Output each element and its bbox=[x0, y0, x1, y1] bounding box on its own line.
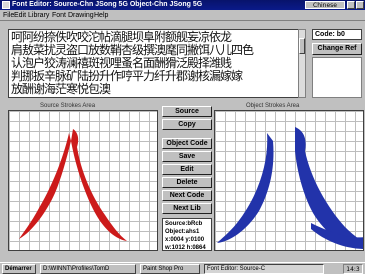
window-title: Font Editor: Source-Chn JSong 5G Object-… bbox=[12, 1, 203, 8]
code-field[interactable]: Code: b0 bbox=[312, 29, 362, 40]
taskbar-item-explorer[interactable]: D:\WINNT\Profiles\TomD bbox=[40, 264, 136, 274]
title-bar[interactable]: Font Editor: Source-Chn JSong 5G Object-… bbox=[0, 0, 365, 10]
source-strokes-label: Source Strokes Area bbox=[40, 103, 96, 109]
menu-bar: File Edit Library Font Drawing Help bbox=[0, 10, 365, 21]
glyph-grid-scrollbar[interactable] bbox=[298, 29, 306, 98]
scroll-thumb[interactable] bbox=[299, 38, 305, 54]
object-code-button[interactable]: Object Code bbox=[162, 138, 212, 149]
edit-button[interactable]: Edit bbox=[162, 164, 212, 175]
app-icon bbox=[2, 1, 10, 9]
taskbar: Démarrer D:\WINNT\Profiles\TomD Paint Sh… bbox=[0, 262, 365, 274]
info-xy: x:0004 y:0100 bbox=[165, 237, 205, 243]
source-stroke-left bbox=[19, 133, 71, 239]
object-glyph-drawing bbox=[217, 127, 363, 249]
language-indicator: Chinese bbox=[305, 1, 345, 9]
start-button[interactable]: Démarrer bbox=[2, 264, 36, 274]
menu-file[interactable]: File bbox=[3, 11, 14, 20]
object-stroke-right bbox=[295, 127, 363, 249]
change-ref-button[interactable]: Change Ref bbox=[312, 43, 362, 55]
delete-button[interactable]: Delete bbox=[162, 177, 212, 188]
object-strokes-label: Object Strokes Area bbox=[246, 103, 300, 109]
glyph-row[interactable]: 放酬谢海茫寒悦包澳 bbox=[11, 83, 111, 96]
source-button[interactable]: Source bbox=[162, 106, 212, 117]
object-stroke-left bbox=[217, 133, 274, 243]
menu-library[interactable]: Library bbox=[28, 11, 49, 20]
next-lib-button[interactable]: Next Lib bbox=[162, 203, 212, 214]
minimize-icon[interactable] bbox=[347, 1, 355, 9]
menu-edit[interactable]: Edit bbox=[14, 11, 26, 20]
info-wh: w:1012 h:0864 bbox=[165, 245, 206, 251]
next-code-button[interactable]: Next Code bbox=[162, 190, 212, 201]
copy-button[interactable]: Copy bbox=[162, 119, 212, 130]
stroke-info-panel: Source:bRcb Object:ahs1 x:0004 y:0100 w:… bbox=[162, 218, 212, 251]
object-strokes-area[interactable] bbox=[214, 110, 364, 251]
glyph-grid[interactable]: 呵阿纷捺佚吹咬沱帖滴腿坝阜附额舰妄凉依龙 肩敖菜扰灵盗口放数鞘杏级撰澳麾同撇饵八… bbox=[8, 29, 305, 98]
info-object: Object:ahs1 bbox=[165, 229, 200, 235]
save-button[interactable]: Save bbox=[162, 151, 212, 162]
clock: 14:3 bbox=[343, 264, 363, 274]
reference-preview bbox=[312, 57, 362, 98]
font-editor-window: Font Editor: Source-Chn JSong 5G Object-… bbox=[0, 0, 365, 274]
info-source: Source:bRcb bbox=[165, 221, 203, 227]
menu-help[interactable]: Help bbox=[94, 11, 108, 20]
menu-drawing[interactable]: Drawing bbox=[68, 11, 94, 20]
source-glyph-drawing bbox=[19, 129, 127, 241]
source-stroke-right bbox=[71, 129, 127, 241]
taskbar-item-paint-shop[interactable]: Paint Shop Pro bbox=[140, 264, 200, 274]
taskbar-item-font-editor[interactable]: Font Editor: Source-C bbox=[204, 264, 324, 274]
close-icon[interactable] bbox=[356, 1, 364, 9]
menu-font[interactable]: Font bbox=[52, 11, 66, 20]
source-strokes-area[interactable] bbox=[8, 110, 158, 251]
